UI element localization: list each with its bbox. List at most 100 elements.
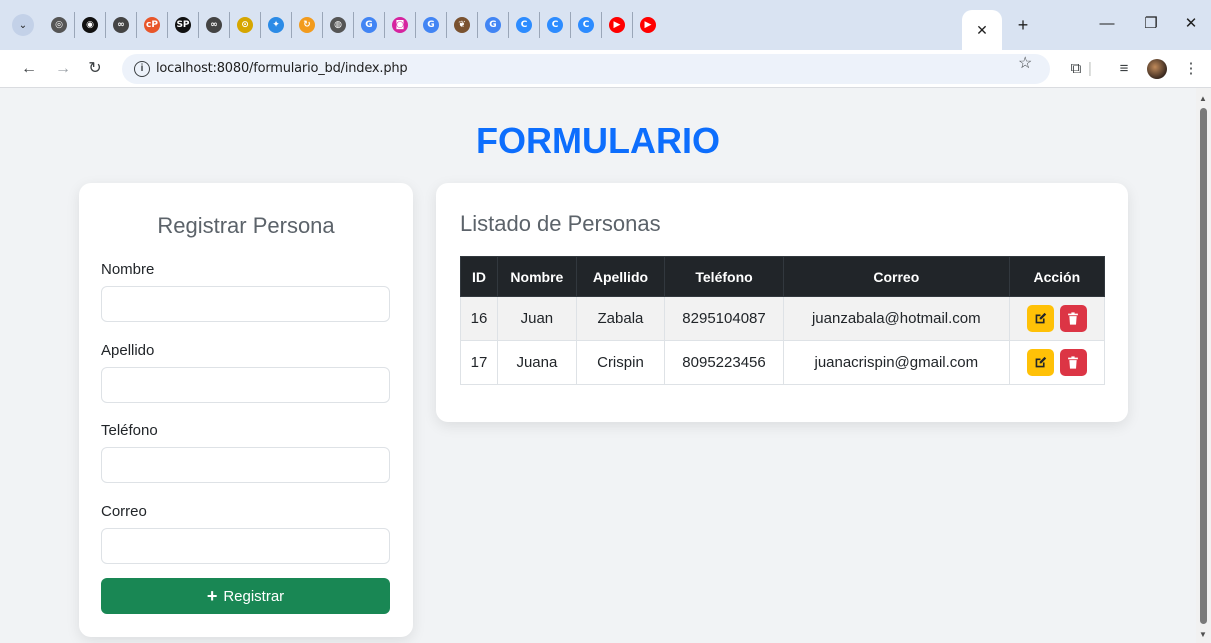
browser-tab[interactable]: ◎ [44, 12, 75, 38]
media-queue-icon[interactable]: ≡ [1113, 58, 1135, 80]
scroll-down-arrow-icon[interactable]: ▼ [1199, 630, 1207, 639]
reload-icon[interactable]: ↻ [84, 58, 106, 80]
bookmark-star-icon[interactable]: ☆ [1018, 53, 1032, 75]
cell-apellido: Zabala [575, 296, 666, 341]
google-icon: G [423, 17, 439, 33]
active-tab[interactable]: ✕ [962, 10, 1002, 50]
restore-window-icon[interactable]: ❐ [1136, 12, 1166, 36]
cell-id: 16 [460, 296, 498, 341]
codepen-icon: cP [144, 17, 160, 33]
loop-icon: ↻ [299, 17, 315, 33]
meta-icon: ∞ [206, 17, 222, 33]
cell-actions [1008, 340, 1106, 385]
sparkle-icon: ✦ [268, 17, 284, 33]
address-bar[interactable]: i localhost:8080/formulario_bd/index.php [122, 54, 1050, 84]
browser-tab[interactable]: SP [168, 12, 199, 38]
delete-button[interactable] [1059, 349, 1087, 376]
browser-tab[interactable]: C [509, 12, 540, 38]
register-person-card: Registrar Persona Nombre Apellido Teléfo… [79, 183, 413, 637]
browser-tab[interactable]: G [478, 12, 509, 38]
form-title: Registrar Persona [157, 213, 335, 238]
browser-tab[interactable]: ▶ [633, 12, 663, 38]
copilot-icon: C [547, 17, 563, 33]
column-header-correo: Correo [783, 256, 1010, 297]
nombre-label: Nombre [101, 261, 155, 278]
cell-telefono: 8295104087 [664, 296, 784, 341]
column-header-accion: Acción [1008, 256, 1106, 297]
tab-search-chevron-icon[interactable]: ⌄ [12, 14, 34, 36]
cell-id: 17 [460, 340, 498, 385]
cell-apellido: Crispin [575, 340, 666, 385]
register-button[interactable]: + Registrar [101, 578, 390, 614]
browser-tab-strip: ⌄ ◎ ◉ ∞ cP SP ∞ ⊙ ✦ ↻ ◍ G ◙ G ❦ G C C C ▶ ▶ ✕ + — ❐ ✕ [0, 0, 1211, 50]
chatgpt-icon: ◉ [82, 17, 98, 33]
register-button-label: Registrar [223, 587, 285, 605]
new-tab-plus-icon[interactable]: + [1012, 14, 1034, 36]
cell-telefono: 8095223456 [664, 340, 784, 385]
correo-input[interactable] [101, 528, 390, 564]
cell-correo: juanzabala@hotmail.com [783, 296, 1010, 341]
browser-tab[interactable]: ◉ [75, 12, 106, 38]
browser-tab[interactable]: C [540, 12, 571, 38]
browser-tab[interactable]: ◍ [323, 12, 354, 38]
birds-icon: ❦ [454, 17, 470, 33]
edit-icon [1035, 356, 1046, 368]
browser-tab[interactable]: ▶ [602, 12, 633, 38]
site-info-icon[interactable]: i [134, 61, 150, 77]
people-list-card: Listado de Personas ID Nombre Apellido T… [436, 183, 1128, 422]
forward-arrow-icon[interactable]: → [52, 58, 74, 80]
edit-button[interactable] [1026, 305, 1054, 332]
nombre-input[interactable] [101, 286, 390, 322]
table-row: 17 Juana Crispin 8095223456 juanacrispin… [460, 340, 1106, 385]
apellido-input[interactable] [101, 367, 390, 403]
browser-tab[interactable]: ∞ [199, 12, 230, 38]
column-header-nombre: Nombre [496, 256, 577, 297]
browser-tab[interactable]: ↻ [292, 12, 323, 38]
timer-icon: ⊙ [237, 17, 253, 33]
copilot-icon: C [578, 17, 594, 33]
tab-close-icon[interactable]: ✕ [976, 22, 988, 39]
google-icon: G [361, 17, 377, 33]
cell-correo: juanacrispin@gmail.com [783, 340, 1010, 385]
browser-tab[interactable]: G [354, 12, 385, 38]
column-header-telefono: Teléfono [664, 256, 784, 297]
correo-label: Correo [101, 503, 147, 520]
trash-icon [1068, 312, 1079, 325]
telefono-label: Teléfono [101, 422, 158, 439]
cell-actions [1008, 296, 1106, 341]
page-viewport: FORMULARIO Registrar Persona Nombre Apel… [0, 88, 1196, 643]
url-text[interactable]: localhost:8080/formulario_bd/index.php [156, 61, 408, 76]
browser-tab[interactable]: ✦ [261, 12, 292, 38]
youtube-icon: ▶ [609, 17, 625, 33]
edit-button[interactable] [1026, 349, 1054, 376]
back-arrow-icon[interactable]: ← [18, 58, 40, 80]
pinned-tabs: ◎ ◉ ∞ cP SP ∞ ⊙ ✦ ↻ ◍ G ◙ G ❦ G C C C ▶ ▶ [44, 12, 663, 38]
close-window-icon[interactable]: ✕ [1176, 12, 1206, 36]
browser-tab[interactable]: C [571, 12, 602, 38]
copilot-icon: C [516, 17, 532, 33]
telefono-input[interactable] [101, 447, 390, 483]
browser-menu-icon[interactable]: ⋮ [1180, 58, 1202, 80]
cell-nombre: Juana [496, 340, 577, 385]
delete-button[interactable] [1059, 305, 1087, 332]
profile-avatar[interactable] [1147, 59, 1167, 79]
browser-tab[interactable]: cP [137, 12, 168, 38]
browser-tab[interactable]: G [416, 12, 447, 38]
browser-toolbar: ← → ↻ i localhost:8080/formulario_bd/ind… [0, 50, 1211, 88]
people-table: ID Nombre Apellido Teléfono Correo Acció… [460, 256, 1106, 385]
column-header-apellido: Apellido [575, 256, 666, 297]
browser-tab[interactable]: ⊙ [230, 12, 261, 38]
browser-tab[interactable]: ◙ [385, 12, 416, 38]
meta-icon: ∞ [113, 17, 129, 33]
scroll-thumb[interactable] [1200, 108, 1207, 624]
browser-tab[interactable]: ❦ [447, 12, 478, 38]
minimize-icon[interactable]: — [1092, 12, 1122, 36]
scroll-up-arrow-icon[interactable]: ▲ [1199, 94, 1207, 103]
instagram-icon: ◙ [392, 17, 408, 33]
page-scrollbar[interactable]: ▲ ▼ [1196, 88, 1211, 643]
column-header-id: ID [460, 256, 498, 297]
browser-tab[interactable]: ∞ [106, 12, 137, 38]
table-row: 16 Juan Zabala 8295104087 juanzabala@hot… [460, 296, 1106, 341]
extensions-puzzle-icon[interactable]: ⧉ [1065, 58, 1087, 80]
youtube-icon: ▶ [640, 17, 656, 33]
